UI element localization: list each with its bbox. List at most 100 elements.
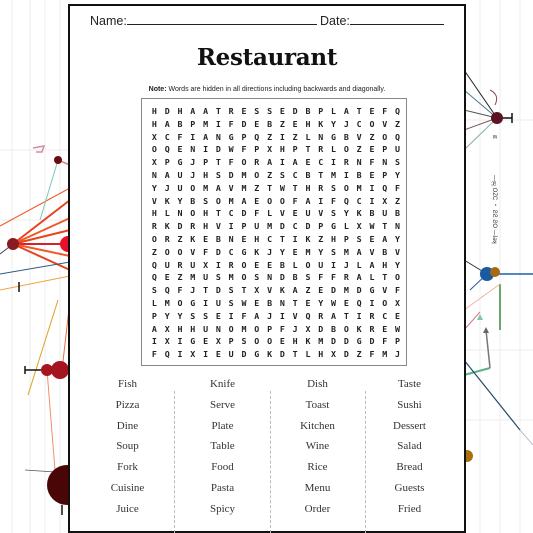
grid-cell[interactable]: O <box>263 335 276 347</box>
grid-cell[interactable]: K <box>263 348 276 360</box>
grid-cell[interactable]: X <box>148 131 161 143</box>
grid-cell[interactable]: F <box>327 271 340 283</box>
grid-cell[interactable]: C <box>378 310 391 322</box>
grid-cell[interactable]: D <box>238 348 251 360</box>
grid-cell[interactable]: K <box>302 335 315 347</box>
grid-cell[interactable]: R <box>174 259 187 271</box>
grid-cell[interactable]: H <box>148 118 161 130</box>
grid-cell[interactable]: W <box>327 297 340 309</box>
grid-cell[interactable]: D <box>212 246 225 258</box>
grid-cell[interactable]: E <box>212 310 225 322</box>
grid-cell[interactable]: Q <box>148 259 161 271</box>
grid-cell[interactable]: L <box>353 259 366 271</box>
grid-cell[interactable]: K <box>276 284 289 296</box>
grid-cell[interactable]: O <box>238 156 251 168</box>
grid-cell[interactable]: F <box>391 182 404 194</box>
grid-cell[interactable]: E <box>340 297 353 309</box>
grid-cell[interactable]: I <box>225 310 238 322</box>
grid-cell[interactable]: C <box>225 246 238 258</box>
grid-cell[interactable]: H <box>250 233 263 245</box>
grid-cell[interactable]: I <box>199 297 212 309</box>
grid-cell[interactable]: D <box>366 335 379 347</box>
grid-cell[interactable]: U <box>391 143 404 155</box>
grid-cell[interactable]: Q <box>148 271 161 283</box>
grid-cell[interactable]: K <box>250 246 263 258</box>
grid-cell[interactable]: M <box>378 348 391 360</box>
grid-cell[interactable]: S <box>199 310 212 322</box>
grid-cell[interactable]: I <box>174 348 187 360</box>
grid-cell[interactable]: A <box>161 118 174 130</box>
grid-cell[interactable]: H <box>174 105 187 117</box>
grid-cell[interactable]: U <box>225 348 238 360</box>
grid-cell[interactable]: F <box>238 310 251 322</box>
date-blank-line[interactable] <box>349 14 444 25</box>
grid-cell[interactable]: Y <box>391 233 404 245</box>
grid-cell[interactable]: E <box>366 143 379 155</box>
grid-cell[interactable]: P <box>289 143 302 155</box>
grid-cell[interactable]: C <box>289 169 302 181</box>
grid-cell[interactable]: I <box>353 310 366 322</box>
grid-cell[interactable]: S <box>302 271 315 283</box>
grid-cell[interactable]: E <box>276 335 289 347</box>
grid-cell[interactable]: D <box>314 323 327 335</box>
grid-cell[interactable]: E <box>302 156 315 168</box>
grid-cell[interactable]: A <box>263 156 276 168</box>
grid-cell[interactable]: X <box>250 284 263 296</box>
grid-cell[interactable]: Z <box>148 246 161 258</box>
grid-cell[interactable]: V <box>378 284 391 296</box>
grid-cell[interactable]: E <box>289 246 302 258</box>
grid-cell[interactable]: V <box>225 182 238 194</box>
grid-cell[interactable]: S <box>148 284 161 296</box>
grid-cell[interactable]: T <box>199 284 212 296</box>
grid-cell[interactable]: A <box>250 310 263 322</box>
grid-cell[interactable]: L <box>302 131 315 143</box>
grid-cell[interactable]: E <box>238 233 251 245</box>
grid-cell[interactable]: V <box>314 207 327 219</box>
grid-cell[interactable]: D <box>276 220 289 232</box>
grid-cell[interactable]: P <box>238 220 251 232</box>
grid-cell[interactable]: O <box>340 143 353 155</box>
grid-cell[interactable]: D <box>238 118 251 130</box>
grid-cell[interactable]: I <box>148 335 161 347</box>
grid-cell[interactable]: O <box>378 297 391 309</box>
grid-cell[interactable]: W <box>366 220 379 232</box>
grid-cell[interactable]: D <box>212 284 225 296</box>
grid-cell[interactable]: K <box>314 118 327 130</box>
grid-cell[interactable]: R <box>148 220 161 232</box>
grid-cell[interactable]: N <box>212 323 225 335</box>
grid-cell[interactable]: I <box>212 118 225 130</box>
grid-cell[interactable]: E <box>238 105 251 117</box>
grid-cell[interactable]: E <box>161 271 174 283</box>
grid-cell[interactable]: O <box>263 195 276 207</box>
grid-cell[interactable]: V <box>289 310 302 322</box>
grid-cell[interactable]: B <box>263 118 276 130</box>
grid-cell[interactable]: P <box>199 156 212 168</box>
grid-cell[interactable]: I <box>212 259 225 271</box>
grid-cell[interactable]: P <box>314 105 327 117</box>
grid-cell[interactable]: P <box>148 310 161 322</box>
grid-cell[interactable]: G <box>353 335 366 347</box>
grid-cell[interactable]: A <box>289 284 302 296</box>
name-field[interactable]: Name: <box>90 14 317 28</box>
grid-cell[interactable]: M <box>225 195 238 207</box>
grid-cell[interactable]: V <box>391 246 404 258</box>
grid-cell[interactable]: O <box>250 323 263 335</box>
grid-cell[interactable]: A <box>161 169 174 181</box>
grid-cell[interactable]: P <box>314 220 327 232</box>
grid-cell[interactable]: Q <box>302 310 315 322</box>
grid-cell[interactable]: D <box>340 348 353 360</box>
grid-cell[interactable]: R <box>314 310 327 322</box>
grid-cell[interactable]: E <box>378 323 391 335</box>
grid-cell[interactable]: O <box>174 246 187 258</box>
grid-cell[interactable]: B <box>302 169 315 181</box>
grid-cell[interactable]: S <box>250 271 263 283</box>
grid-cell[interactable]: L <box>148 297 161 309</box>
grid-cell[interactable]: Z <box>263 169 276 181</box>
grid-cell[interactable]: A <box>353 271 366 283</box>
grid-cell[interactable]: J <box>391 348 404 360</box>
grid-cell[interactable]: T <box>212 156 225 168</box>
grid-cell[interactable]: R <box>314 143 327 155</box>
grid-cell[interactable]: Z <box>289 131 302 143</box>
grid-cell[interactable]: S <box>327 207 340 219</box>
grid-cell[interactable]: Y <box>340 207 353 219</box>
